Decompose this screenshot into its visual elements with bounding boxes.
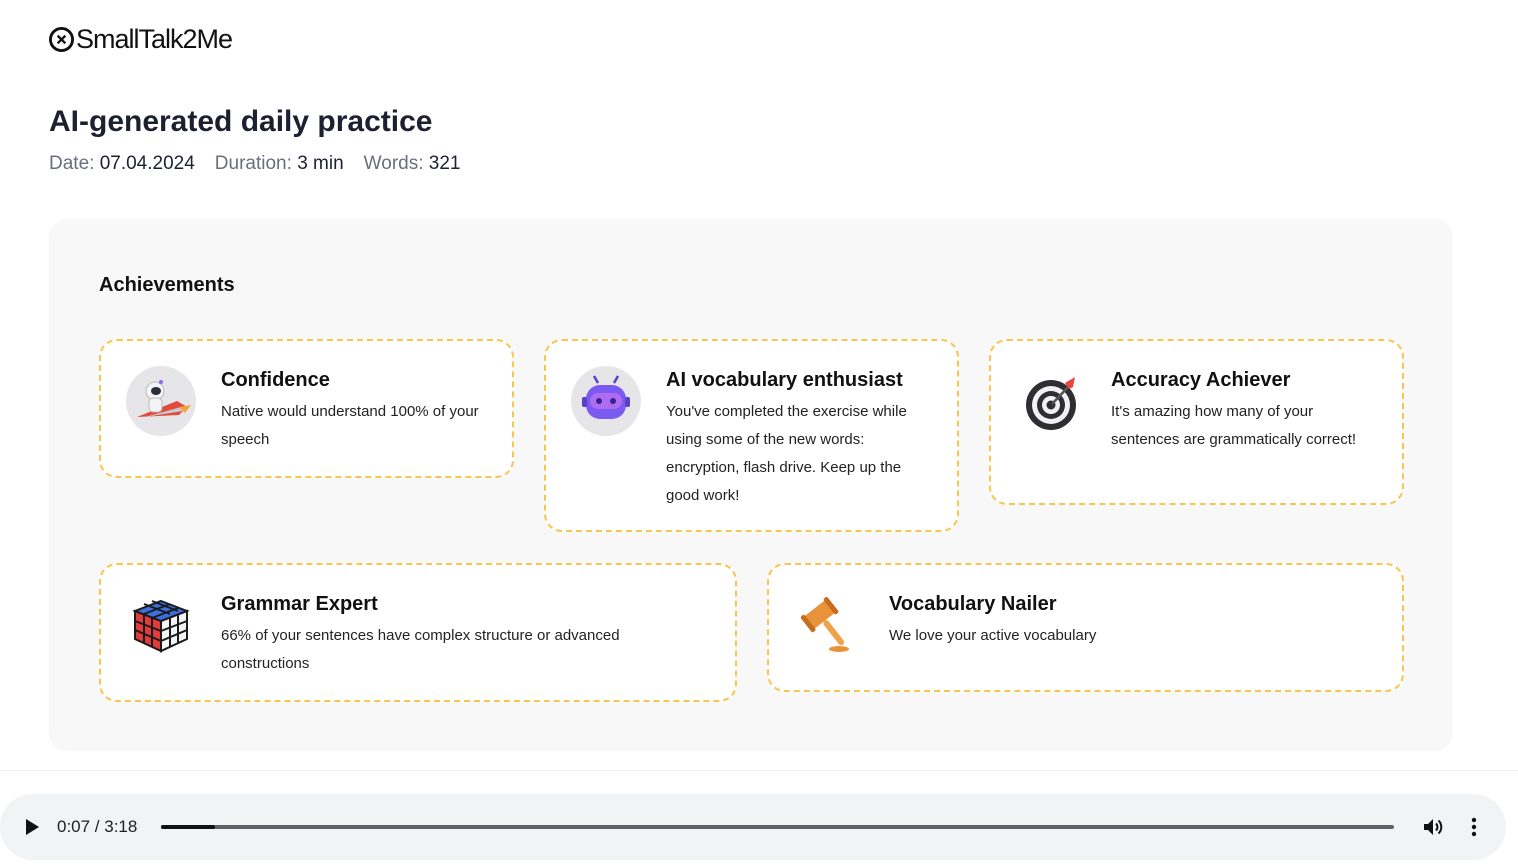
- duration-label: Duration:: [214, 153, 292, 174]
- achievement-card-grammar: Grammar Expert 66% of your sentences hav…: [99, 563, 737, 702]
- audio-player: 0:07 / 3:18: [0, 794, 1506, 860]
- achievement-card-confidence: Confidence Native would understand 100% …: [99, 339, 514, 478]
- achievements-title: Achievements: [99, 274, 235, 296]
- target-dart-icon: [1026, 377, 1076, 430]
- gavel-icon: [800, 597, 849, 652]
- brand-name: SmallTalk2Me: [76, 24, 233, 54]
- achievement-card-ai-vocabulary: AI vocabulary enthusiast You've complete…: [544, 339, 959, 532]
- meta-date: Date: 07.04.2024: [49, 153, 195, 175]
- card-title: Grammar Expert: [221, 593, 378, 615]
- card-description: You've completed the exercise while usin…: [666, 403, 907, 504]
- card-description: 66% of your sentences have complex struc…: [221, 627, 620, 672]
- date-value: 07.04.2024: [99, 153, 195, 174]
- card-text: AI vocabulary enthusiast You've complete…: [666, 369, 927, 510]
- meta-words: Words: 321: [364, 153, 461, 175]
- robot-icon: [571, 366, 641, 436]
- time-display: 0:07 / 3:18: [57, 817, 138, 836]
- card-description: It's amazing how many of your sentences …: [1111, 403, 1357, 448]
- rubiks-cube-icon: [132, 599, 190, 653]
- achievements-panel: Achievements Confidence Native would und…: [49, 219, 1453, 751]
- card-title: Accuracy Achiever: [1111, 369, 1291, 391]
- card-text: Confidence Native would understand 100% …: [221, 369, 482, 454]
- card-text: Accuracy Achiever It's amazing how many …: [1111, 369, 1372, 454]
- card-text: Grammar Expert 66% of your sentences hav…: [221, 593, 705, 678]
- card-title: Confidence: [221, 369, 330, 391]
- progress-fill: [161, 825, 216, 829]
- more-options-icon[interactable]: [1462, 815, 1486, 839]
- player-divider: [0, 770, 1518, 771]
- rocket-astronaut-icon: [126, 366, 196, 436]
- words-value: 321: [428, 153, 461, 174]
- logo-mark-icon: [49, 27, 74, 52]
- card-text: Vocabulary Nailer We love your active vo…: [889, 593, 1372, 650]
- meta-duration: Duration: 3 min: [215, 153, 344, 175]
- play-icon[interactable]: [20, 816, 42, 838]
- brand-logo[interactable]: SmallTalk2Me: [49, 24, 233, 55]
- date-label: Date:: [49, 153, 95, 174]
- volume-icon[interactable]: [1421, 815, 1445, 839]
- achievement-card-accuracy: Accuracy Achiever It's amazing how many …: [989, 339, 1404, 505]
- progress-slider[interactable]: [161, 825, 1394, 829]
- achievement-card-vocabulary-nailer: Vocabulary Nailer We love your active vo…: [767, 563, 1404, 692]
- card-title: AI vocabulary enthusiast: [666, 369, 903, 391]
- duration-value: 3 min: [297, 153, 344, 174]
- card-title: Vocabulary Nailer: [889, 593, 1057, 615]
- card-description: We love your active vocabulary: [889, 627, 1097, 644]
- card-description: Native would understand 100% of your spe…: [221, 403, 479, 448]
- words-label: Words:: [363, 153, 424, 174]
- page-title: AI-generated daily practice: [49, 105, 433, 138]
- practice-meta: Date: 07.04.2024 Duration: 3 min Words: …: [49, 153, 460, 175]
